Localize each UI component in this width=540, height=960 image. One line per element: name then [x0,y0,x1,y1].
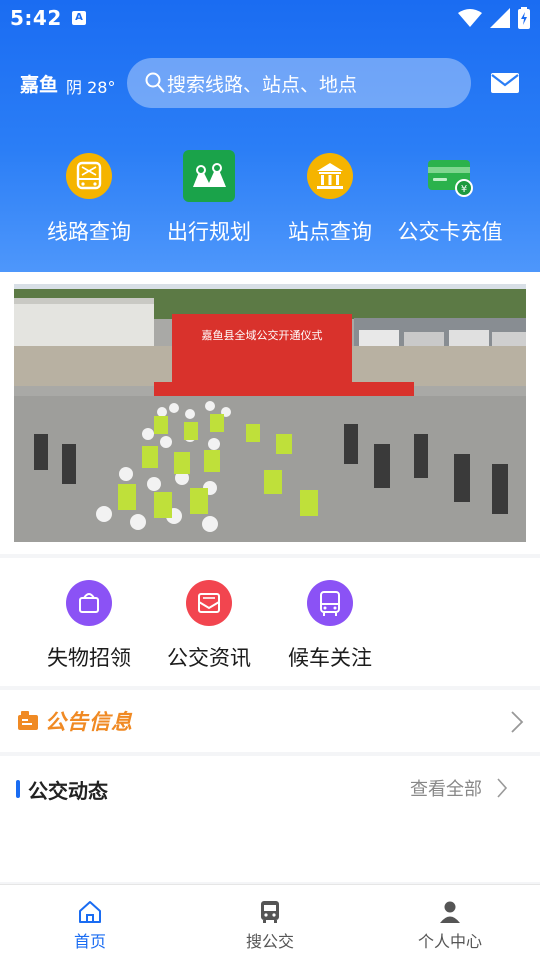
service-bus-news[interactable]: 公交资讯 [149,580,269,672]
service-label: 失物招领 [47,646,131,670]
quick-route-query[interactable]: 线路查询 [29,150,149,246]
tab-label: 个人中心 [417,932,482,951]
service-lost-found[interactable]: 失物招领 [29,580,149,672]
view-all-link[interactable]: 查看全部 [410,775,482,801]
quick-card-recharge[interactable]: ¥ 公交卡充值 [390,150,510,246]
services-grid: 失物招领 公交资讯 候车关注 [0,558,540,686]
status-app-indicator: A [72,11,86,25]
bus-follow-icon [307,580,353,626]
news-section: 公交动态 查看全部 [0,756,540,882]
notice-bar[interactable]: 公告信息 [0,690,540,752]
search-bar[interactable]: 搜索线路、站点、地点 [127,58,471,108]
home-icon [30,899,150,925]
quick-label: 出行规划 [167,220,251,244]
quick-actions: 线路查询 出行规划 站点查询 ¥ 公交卡充值 [0,150,540,250]
quick-label: 公交卡充值 [397,220,503,244]
signal-icon [490,8,510,28]
quick-label: 站点查询 [288,220,372,244]
news-title: 公交动态 [28,779,108,803]
map-route-icon [183,150,235,202]
card-recharge-icon: ¥ [424,150,476,202]
profile-icon [390,899,510,925]
banner-image[interactable]: 嘉鱼县全域公交开通仪式 [14,284,526,542]
bus-route-icon [63,150,115,202]
wifi-icon [458,9,482,27]
city-selector[interactable]: 嘉鱼 [20,70,58,97]
service-label: 公交资讯 [167,646,251,670]
top-bar: 嘉鱼 阴 28° 搜索线路、站点、地点 [0,58,540,108]
lost-found-icon [66,580,112,626]
status-bar: 5:42 A [0,0,540,36]
banner-sign-text: 嘉鱼县全域公交开通仪式 [202,328,323,342]
banner-photo: 嘉鱼县全域公交开通仪式 [14,284,526,542]
search-placeholder: 搜索线路、站点、地点 [167,74,358,96]
tab-label: 搜公交 [245,932,294,951]
chevron-right-icon [511,711,524,733]
tab-profile[interactable]: 个人中心 [390,899,510,952]
bottom-tab-bar: 首页 搜公交 个人中心 [0,884,540,960]
search-icon [145,72,165,93]
bus-icon [210,899,330,925]
tab-label: 首页 [73,932,106,951]
header: 5:42 A 嘉鱼 阴 28° 搜索线路、站点、地点 线路查询 出行规划 站点查… [0,0,540,272]
quick-trip-planning[interactable]: 出行规划 [149,150,269,246]
station-icon [304,150,356,202]
service-label: 候车关注 [288,646,372,670]
banner-card: 嘉鱼县全域公交开通仪式 [0,272,540,554]
news-mail-icon [186,580,232,626]
status-time: 5:42 [10,6,62,30]
notice-title: 公告信息 [45,710,133,734]
tab-home[interactable]: 首页 [30,899,150,952]
quick-station-query[interactable]: 站点查询 [270,150,390,246]
mail-icon[interactable] [491,73,519,93]
battery-icon [518,7,530,29]
svg-text:¥: ¥ [461,184,467,195]
weather-info: 阴 28° [66,78,116,97]
service-bus-follow[interactable]: 候车关注 [270,580,390,672]
notice-icon [18,711,38,730]
quick-label: 线路查询 [47,220,131,244]
status-icons [458,7,530,29]
tab-search-bus[interactable]: 搜公交 [210,899,330,952]
chevron-right-icon [497,778,508,798]
section-accent-bar [16,780,20,798]
